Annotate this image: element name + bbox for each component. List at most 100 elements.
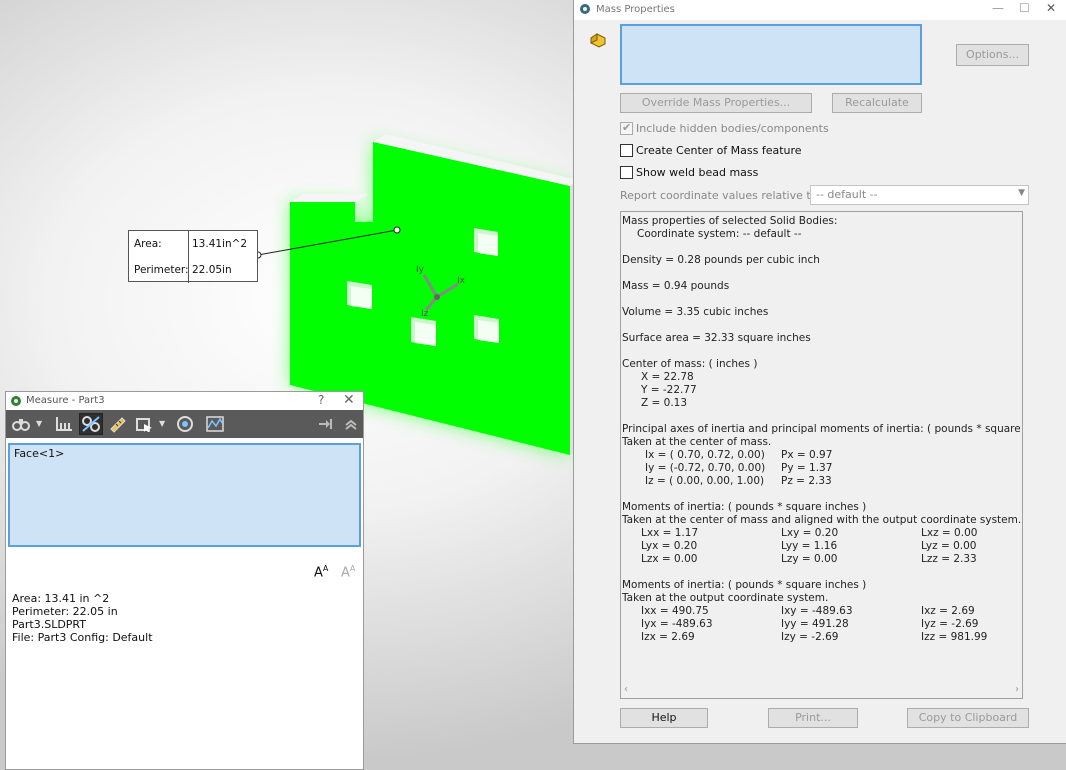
report-principal-heading: Principal axes of inertia and principal …: [622, 423, 1023, 435]
mass-app-icon: [580, 4, 590, 14]
report-coord-system: Coordinate system: -- default --: [637, 228, 802, 240]
result-area: Area: 13.41 in ^2: [12, 592, 110, 605]
maximize-icon[interactable]: ☐: [1019, 1, 1030, 15]
report-iz: Iz = ( 0.00, 0.00, 1.00): [645, 475, 765, 487]
decrease-font-icon[interactable]: AA: [341, 564, 355, 580]
close-icon[interactable]: ✕: [343, 392, 355, 408]
result-perimeter: Perimeter: 22.05 in: [12, 605, 118, 618]
report-relative-label: Report coordinate values relative to:: [620, 189, 822, 202]
include-hidden-checkbox[interactable]: ✔ Include hidden bodies/components: [620, 121, 829, 135]
measure-app-icon: [11, 396, 21, 406]
report-com-z: Z = 0.13: [641, 397, 688, 409]
callout-perimeter-row: Perimeter: 22.05in: [129, 257, 259, 283]
measure-results: Area: 13.41 in ^2 Perimeter: 22.05 in Pa…: [12, 592, 153, 644]
history-icon[interactable]: [173, 413, 197, 435]
show-weld-bead-checkbox[interactable]: Show weld bead mass: [620, 166, 758, 179]
include-hidden-checkmark: ✔: [620, 121, 633, 135]
report-iy: Iy = (-0.72, 0.70, 0.00): [645, 462, 766, 474]
scroll-left-icon[interactable]: ‹: [624, 684, 628, 695]
include-hidden-label: Include hidden bodies/components: [636, 122, 829, 135]
report-moi2-taken: Taken at the output coordinate system.: [622, 592, 829, 604]
report-py: Py = 1.37: [781, 462, 833, 474]
collapse-icon[interactable]: [339, 413, 363, 435]
pin-icon[interactable]: [314, 413, 338, 435]
report-px: Px = 0.97: [781, 449, 833, 461]
report-lyz: Lyz = 0.00: [921, 540, 977, 552]
report-lzy: Lzy = 0.00: [781, 553, 838, 565]
coordinate-system-dropdown[interactable]: -- default -- ▼: [810, 185, 1029, 205]
point-to-point-icon[interactable]: [52, 413, 76, 435]
report-izy: Izy = -2.69: [781, 631, 839, 643]
callout-area-row: Area: 13.41in^2: [129, 231, 259, 257]
report-ixy: Ixy = -489.63: [781, 605, 853, 617]
report-iyx: Iyx = -489.63: [641, 618, 713, 630]
measure-title: Measure - Part3: [26, 395, 105, 406]
question-icon[interactable]: ?: [318, 393, 324, 407]
triad-y-label: Iy: [416, 265, 425, 275]
report-pz: Pz = 2.33: [781, 475, 832, 487]
sensor-icon[interactable]: [203, 413, 227, 435]
selected-items-box[interactable]: [620, 24, 922, 85]
report-moi1-taken: Taken at the center of mass and aligned …: [622, 514, 1022, 526]
report-heading: Mass properties of selected Solid Bodies…: [622, 215, 838, 227]
part-body-icon: [590, 33, 606, 48]
report-com-x: X = 22.78: [641, 371, 694, 383]
scroll-right-icon[interactable]: ›: [1015, 684, 1019, 695]
print-button[interactable]: Print...: [768, 708, 858, 728]
report-ixz: Ixz = 2.69: [921, 605, 975, 617]
report-moi2-heading: Moments of inertia: ( pounds * square in…: [622, 579, 867, 591]
selection-box[interactable]: Face<1>: [8, 443, 361, 547]
report-com-y: Y = -22.77: [641, 384, 697, 396]
projection-icon[interactable]: [133, 413, 157, 435]
report-ix: Ix = ( 0.70, 0.72, 0.00): [645, 449, 765, 461]
mass-report-box[interactable]: Mass properties of selected Solid Bodies…: [620, 211, 1023, 699]
report-lxy: Lxy = 0.20: [781, 527, 839, 539]
units-icon[interactable]: [9, 413, 33, 435]
options-button[interactable]: Options...: [956, 44, 1029, 66]
xyz-measure-icon[interactable]: [79, 413, 103, 435]
projection-dropdown-caret[interactable]: ▼: [159, 419, 165, 428]
report-density: Density = 0.28 pounds per cubic inch: [622, 254, 820, 266]
report-ixx: Ixx = 490.75: [641, 605, 709, 617]
ruler-icon[interactable]: [106, 413, 130, 435]
mass-title: Mass Properties: [596, 4, 675, 15]
report-lxx: Lxx = 1.17: [641, 527, 699, 539]
report-lzx: Lzx = 0.00: [641, 553, 698, 565]
units-dropdown-caret[interactable]: ▼: [36, 419, 42, 428]
result-config: File: Part3 Config: Default: [12, 631, 153, 644]
close-icon[interactable]: ✕: [1046, 1, 1056, 15]
help-button[interactable]: Help: [620, 708, 708, 728]
measure-toolbar: ▼ ▼: [6, 410, 363, 438]
coordinate-system-value: -- default --: [816, 188, 878, 201]
increase-font-icon[interactable]: AA: [314, 564, 328, 580]
callout-perimeter-value: 22.05in: [192, 264, 232, 276]
mass-titlebar[interactable]: Mass Properties — ☐ ✕: [574, 0, 1066, 20]
measure-titlebar[interactable]: Measure - Part3 ? ✕: [6, 392, 363, 410]
report-izx: Izx = 2.69: [641, 631, 695, 643]
triad-z-label: Iz: [421, 309, 429, 319]
override-mass-properties-button[interactable]: Override Mass Properties...: [620, 93, 812, 113]
create-com-box: [620, 144, 633, 157]
report-lyy: Lyy = 1.16: [781, 540, 838, 552]
mass-properties-window: Mass Properties — ☐ ✕ Options... Overrid…: [573, 0, 1066, 744]
report-moi1-heading: Moments of inertia: ( pounds * square in…: [622, 501, 867, 513]
create-com-label: Create Center of Mass feature: [636, 144, 802, 157]
report-iyy: Iyy = 491.28: [781, 618, 849, 630]
report-com-heading: Center of mass: ( inches ): [622, 358, 758, 370]
report-principal-taken: Taken at the center of mass.: [622, 436, 772, 448]
recalculate-button[interactable]: Recalculate: [832, 93, 922, 113]
create-center-of-mass-checkbox[interactable]: Create Center of Mass feature: [620, 144, 802, 157]
report-izz: Izz = 981.99: [921, 631, 988, 643]
report-surface-area: Surface area = 32.33 square inches: [622, 332, 811, 344]
triad-x-label: Ix: [457, 276, 466, 286]
selection-list-item[interactable]: Face<1>: [14, 447, 355, 460]
measure-callout[interactable]: Area: 13.41in^2 Perimeter: 22.05in: [128, 230, 259, 283]
callout-area-label: Area:: [134, 238, 162, 250]
show-weld-box: [620, 166, 633, 179]
report-horizontal-scrollbar[interactable]: ‹ ›: [622, 684, 1021, 698]
report-lyx: Lyx = 0.20: [641, 540, 698, 552]
chevron-down-icon: ▼: [1018, 188, 1025, 198]
minimize-icon[interactable]: —: [992, 1, 1004, 15]
copy-to-clipboard-button[interactable]: Copy to Clipboard: [907, 708, 1029, 728]
show-weld-label: Show weld bead mass: [636, 166, 759, 179]
